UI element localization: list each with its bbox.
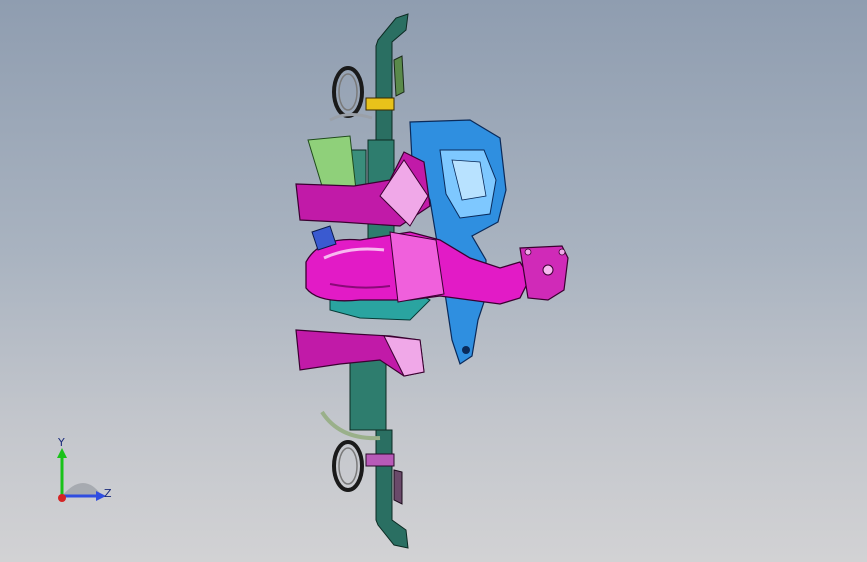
exhaust-manifold-assembly-model[interactable] — [0, 0, 867, 562]
cad-3d-viewport[interactable]: Y Z — [0, 0, 867, 562]
z-axis-label: Z — [104, 487, 112, 500]
upper-wire-loop — [329, 55, 405, 122]
green-support-bracket — [307, 135, 357, 191]
coordinate-triad-icon — [57, 448, 106, 502]
exhaust-pipe-and-catalyst — [305, 231, 569, 305]
y-axis-label: Y — [58, 436, 65, 449]
coordinate-triad: Y Z — [44, 436, 124, 512]
